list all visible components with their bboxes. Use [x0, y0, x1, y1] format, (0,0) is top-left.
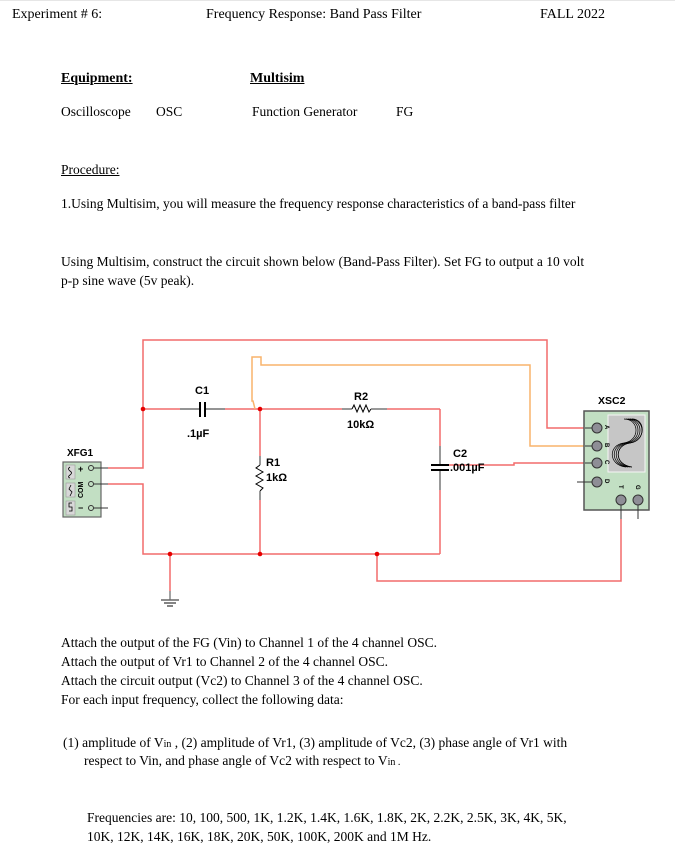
wire-top-loop [142, 339, 585, 429]
c2-value: .001µF [450, 462, 485, 474]
terminal-minus-node[interactable] [88, 505, 94, 511]
attach-instruction-3: Attach the circuit output (Vc2) to Chann… [61, 673, 423, 688]
wire-gen-plus [108, 409, 144, 469]
capacitor-c2: C2 .001µF [431, 446, 485, 490]
data-list-line-2-a: respect to Vin, and phase angle of Vc2 w… [84, 753, 388, 768]
trigger-node[interactable] [615, 494, 627, 506]
resistor-r1: R1 1kΩ [254, 456, 287, 500]
junction-dot [257, 551, 263, 557]
attach-instruction-2: Attach the output of Vr1 to Channel 2 of… [61, 654, 389, 669]
data-list-line-2-b: . [395, 757, 401, 768]
channel-d-label: D [603, 479, 609, 484]
attach-instruction-1: Attach the output of the FG (Vin) to Cha… [61, 635, 437, 650]
data-list-line-1-a: (1) amplitude of V [63, 735, 164, 750]
wire-scope-t [376, 519, 622, 582]
circuit-schematic: C1 .1µF R2 10kΩ R1 1kΩ C2 .001µF XFG1 + … [62, 339, 650, 607]
terminal-plus-node[interactable] [88, 465, 94, 471]
terminal-com: COM [78, 482, 85, 499]
channel-c-node[interactable] [591, 457, 603, 469]
channel-a-node[interactable] [591, 422, 603, 434]
frequency-list-line-2: 10K, 12K, 14K, 16K, 18K, 20K, 50K, 100K,… [87, 829, 432, 844]
junction-dot [257, 406, 263, 412]
junction-dot [167, 551, 173, 557]
terminal-minus: − [78, 503, 83, 513]
junction-dot [374, 551, 380, 557]
r2-value: 10kΩ [347, 419, 374, 431]
r2-ref: R2 [354, 391, 368, 403]
scope-label: XSC2 [598, 395, 626, 407]
ground-icon [161, 591, 179, 607]
r1-value: 1kΩ [266, 472, 287, 484]
ground-label: G [634, 485, 640, 490]
resistor-r2: R2 10kΩ [342, 391, 387, 431]
c2-ref: C2 [453, 448, 467, 460]
red-wires [108, 339, 622, 591]
channel-b-label: B [603, 443, 609, 448]
r1-ref: R1 [266, 457, 280, 469]
ground-node[interactable] [632, 494, 644, 506]
c1-ref: C1 [195, 385, 209, 397]
oscilloscope-xsc2: XSC2 A B C D T G [577, 395, 650, 519]
channel-a-label: A [603, 425, 609, 430]
terminal-plus: + [78, 464, 83, 474]
channel-b-node[interactable] [591, 440, 603, 452]
terminal-com-node[interactable] [88, 481, 94, 487]
channel-d-node[interactable] [591, 476, 603, 488]
c1-value: .1µF [187, 428, 210, 440]
channel-c-label: C [603, 460, 609, 465]
capacitor-c1: C1 .1µF [180, 385, 225, 440]
junction-dot [140, 406, 146, 412]
generator-label: XFG1 [67, 448, 94, 459]
function-generator-xfg1: XFG1 + − COM [62, 448, 108, 518]
data-list-line-1-b: , (2) amplitude of Vr1, (3) amplitude of… [171, 735, 568, 750]
wire-gen-com [108, 483, 440, 555]
wire-scope-b [251, 356, 585, 447]
frequency-list-line-1: Frequencies are: 10, 100, 500, 1K, 1.2K,… [87, 810, 567, 825]
collect-data-instruction: For each input frequency, collect the fo… [61, 692, 344, 707]
trigger-label: T [617, 485, 623, 489]
data-list-line-2: respect to Vin, and phase angle of Vc2 w… [84, 751, 400, 773]
orange-wire [251, 356, 585, 447]
